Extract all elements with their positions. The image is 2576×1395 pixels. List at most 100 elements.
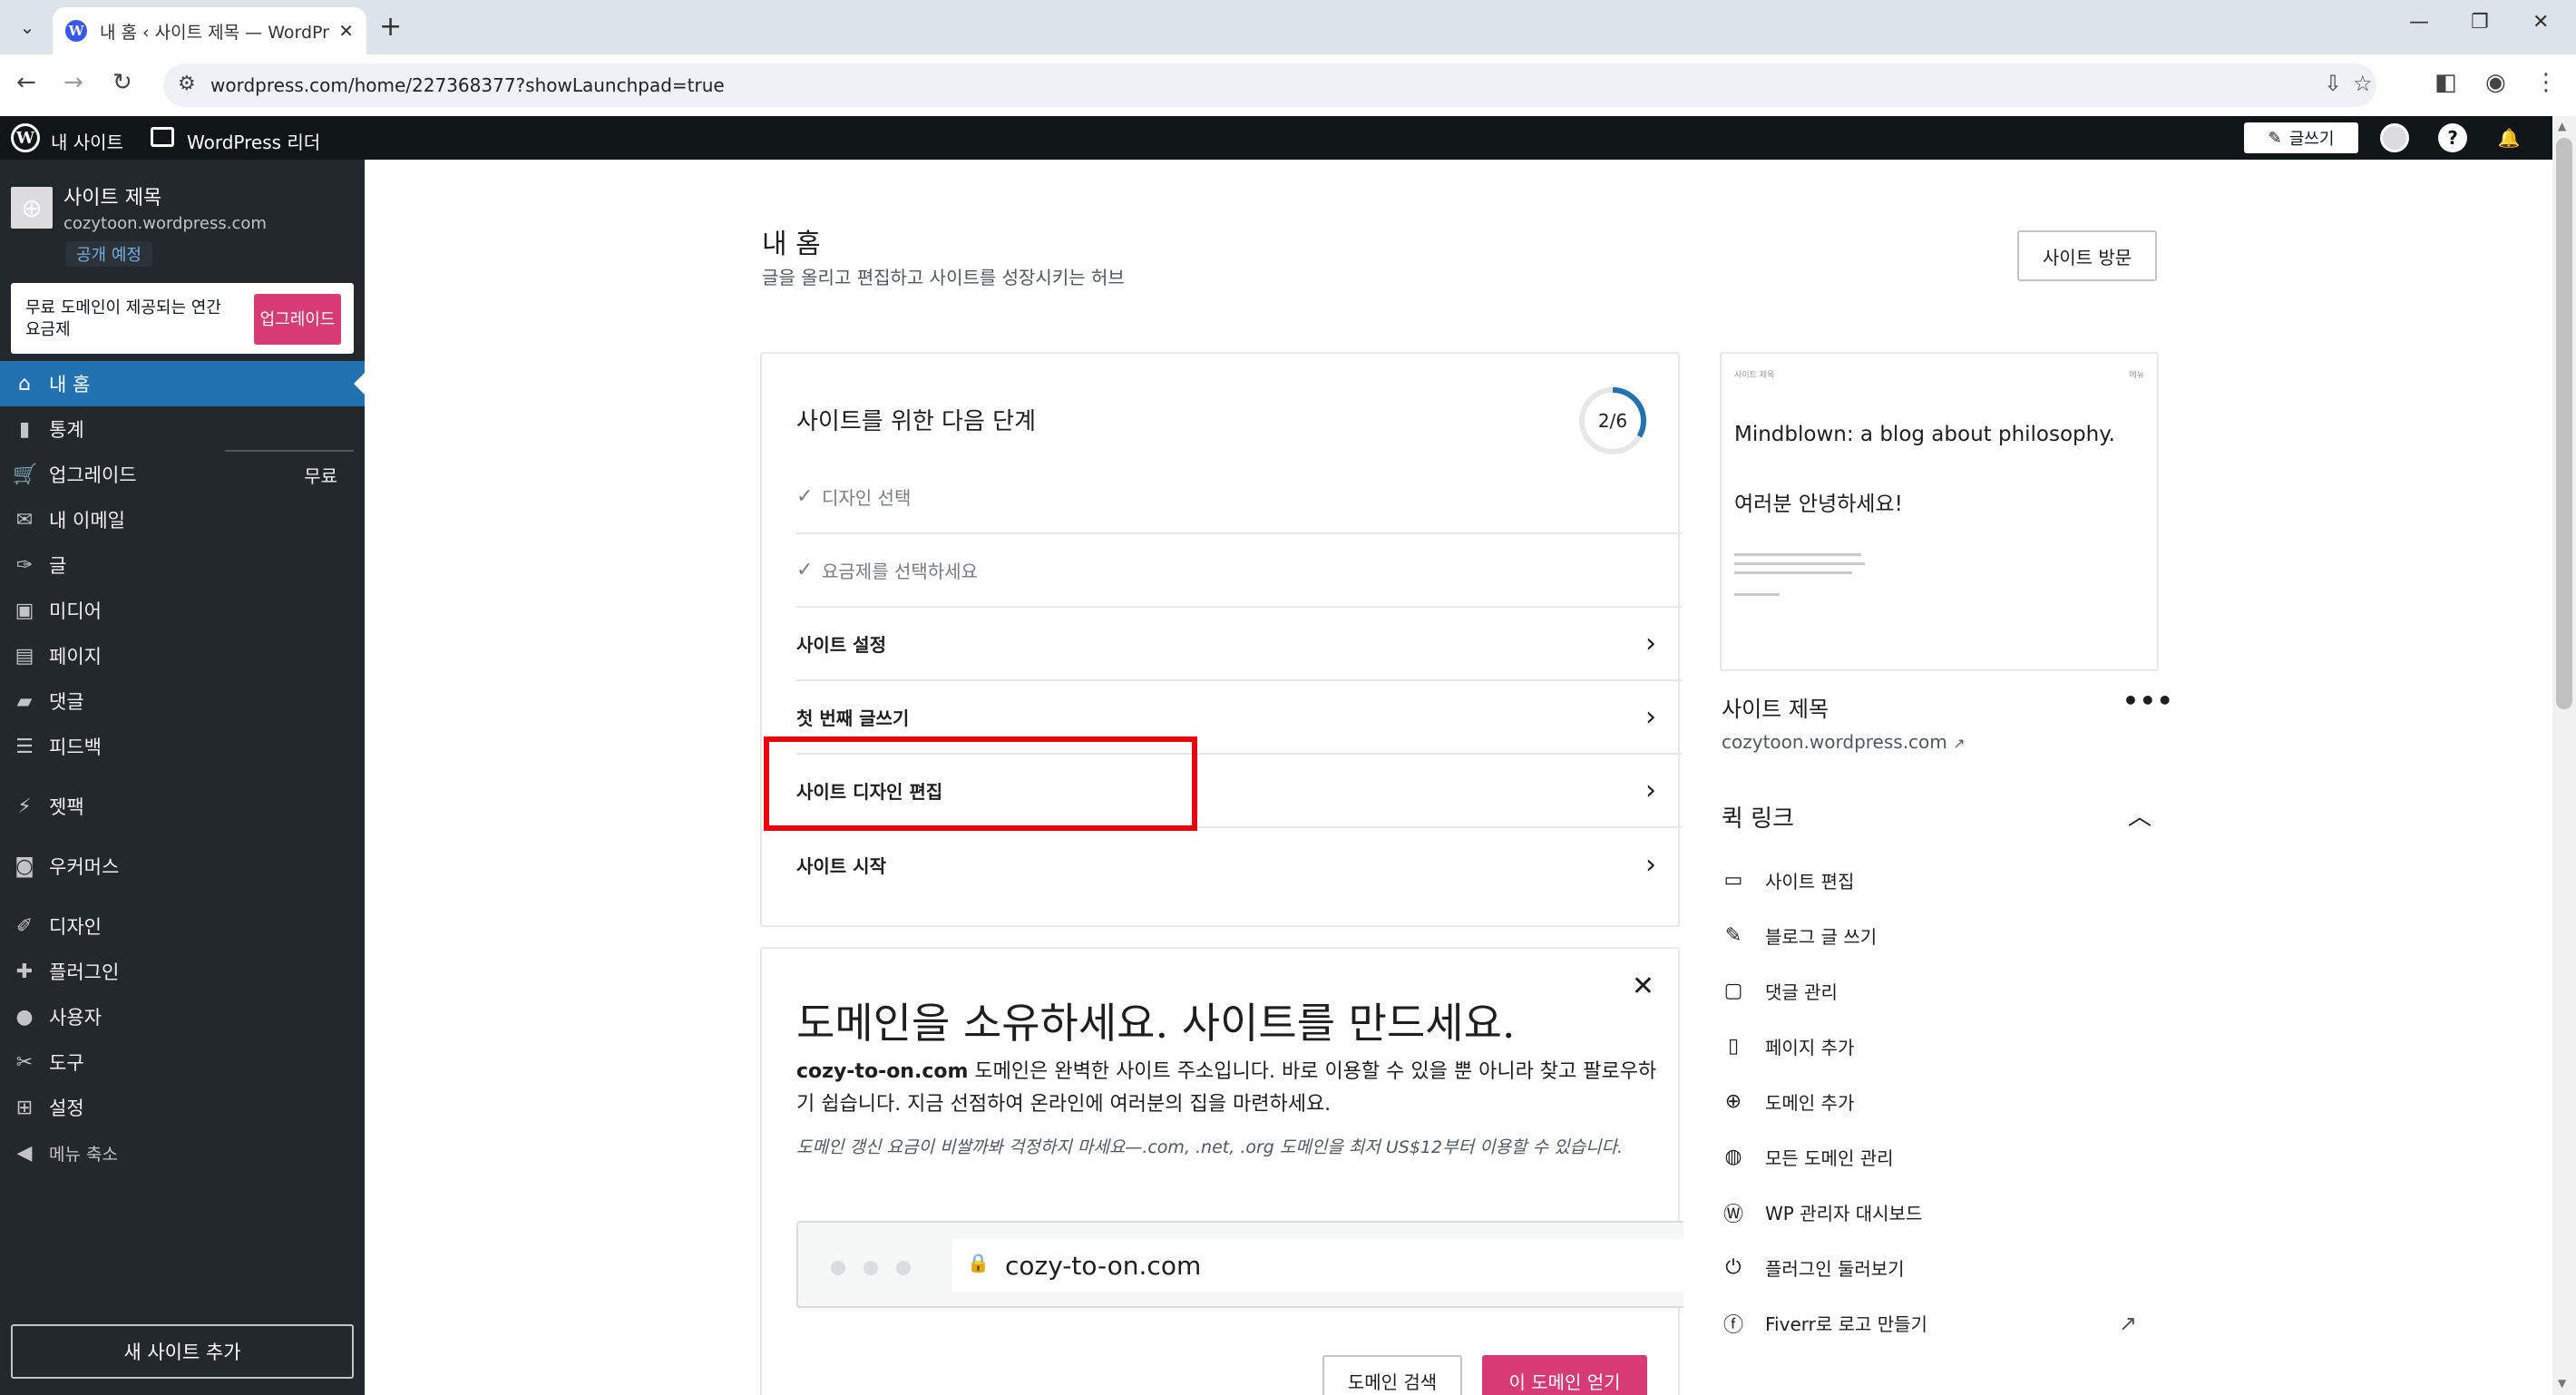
forward-icon[interactable]: → [63, 69, 83, 96]
sidebar-item-feedback[interactable]: ☰ 피드백 [0, 724, 365, 769]
sidebar-item-users[interactable]: ● 사용자 [0, 994, 365, 1039]
visit-site-button[interactable]: 사이트 방문 [2017, 230, 2157, 281]
sidebar-item-email[interactable]: ✉ 내 이메일 [0, 497, 365, 542]
side-panel-icon[interactable]: ◧ [2435, 69, 2457, 96]
restore-icon[interactable]: ❐ [2471, 11, 2489, 34]
quick-link-label: 댓글 관리 [1765, 981, 1838, 1003]
new-tab-button[interactable]: + [379, 11, 402, 43]
sidebar-item-plugins[interactable]: ✚ 플러그인 [0, 949, 365, 994]
search-domain-button[interactable]: 도메인 검색 [1322, 1355, 1462, 1395]
quick-link-fiverr-logo[interactable]: ⓕ Fiverr로 로고 만들기 ↗ [1720, 1295, 2159, 1351]
close-icon[interactable]: ✕ [1632, 971, 1654, 1002]
sidebar-item-pages[interactable]: ▤ 페이지 [0, 633, 365, 678]
write-button[interactable]: ✎ 글쓰기 [2244, 122, 2358, 153]
quick-link-label: 모든 도메인 관리 [1765, 1147, 1894, 1169]
quick-link-write-post[interactable]: ✎ 블로그 글 쓰기 [1720, 908, 2159, 963]
reader-icon [151, 127, 174, 147]
preview-heading: 여러분 안녕하세요! [1734, 493, 1903, 516]
sidebar-item-tools[interactable]: ✂ 도구 [0, 1039, 365, 1085]
page-icon: ▤ [15, 644, 34, 668]
sidebar-item-design[interactable]: ✐ 디자인 [0, 903, 365, 949]
quick-link-label: 도메인 추가 [1765, 1092, 1855, 1114]
site-url-text: cozytoon.wordpress.com [1722, 731, 1947, 753]
home-icon: ⌂ [18, 372, 31, 395]
sidebar-item-posts[interactable]: ✑ 글 [0, 542, 365, 588]
sidebar-item-home[interactable]: ⌂ 내 홈 [0, 361, 365, 406]
quick-link-add-domain[interactable]: ⊕ 도메인 추가 [1720, 1074, 2159, 1129]
quick-link-add-page[interactable]: ▯ 페이지 추가 [1720, 1019, 2159, 1074]
sidebar-item-jetpack[interactable]: ⚡ 젯팩 [0, 784, 365, 829]
sidebar-item-stats[interactable]: ▮ 통계 [0, 406, 365, 452]
wp-admin-bar: W 내 사이트 WordPress 리더 ✎ 글쓰기 ? 🔔 [0, 116, 2552, 160]
nav-separator [0, 769, 365, 784]
page-scrollbar[interactable]: ▲ ▼ [2552, 116, 2576, 1395]
step-item-launch-site[interactable]: 사이트 시작 › [796, 828, 1682, 902]
wordpress-logo-icon[interactable]: W [11, 123, 40, 152]
quick-link-label: 플러그인 둘러보기 [1765, 1258, 1905, 1280]
avatar[interactable] [2380, 123, 2409, 152]
reload-icon[interactable]: ↻ [112, 69, 132, 96]
help-icon[interactable]: ? [2438, 123, 2467, 152]
quick-link-wp-admin[interactable]: Ⓦ WP 관리자 대시보드 [1720, 1185, 2159, 1240]
scroll-up-arrow-icon[interactable]: ▲ [2558, 120, 2566, 132]
quick-link-manage-comments[interactable]: ▢ 댓글 관리 [1720, 963, 2159, 1019]
add-new-site-button[interactable]: 새 사이트 추가 [11, 1324, 354, 1379]
bookmark-star-icon[interactable]: ☆ [2353, 71, 2373, 96]
url-text[interactable]: wordpress.com/home/227368377?showLaunchp… [210, 74, 725, 96]
browser-tab[interactable]: W 내 홈 ‹ 사이트 제목 — WordPr ✕ [53, 7, 366, 54]
step-item-site-setup[interactable]: 사이트 설정 › [796, 608, 1682, 681]
sidebar-item-label: 사용자 [49, 1007, 102, 1029]
woo-icon: ◙ [15, 854, 34, 878]
sidebar-item-label: 글 [49, 555, 67, 577]
my-site-link[interactable]: 내 사이트 [51, 128, 123, 154]
close-window-icon[interactable]: ✕ [2532, 11, 2549, 34]
install-app-icon[interactable]: ⇩ [2324, 71, 2342, 96]
browser-tab-bar: ⌄ W 내 홈 ‹ 사이트 제목 — WordPr ✕ + — ❐ ✕ [0, 0, 2576, 54]
get-domain-button[interactable]: 이 도메인 얻기 [1482, 1355, 1647, 1395]
preview-site-title: 사이트 제목 [1734, 371, 1775, 380]
sidebar-item-upgrade[interactable]: 🛒 업그레이드 무료 [0, 452, 365, 497]
sidebar-item-label: 미디어 [49, 600, 102, 622]
tab-search-dropdown[interactable]: ⌄ [11, 11, 44, 44]
scrollbar-thumb[interactable] [2556, 138, 2572, 709]
more-options-icon[interactable]: ••• [2122, 686, 2174, 716]
upgrade-button[interactable]: 업그레이드 [254, 294, 341, 345]
step-label: 첫 번째 글쓰기 [796, 707, 910, 729]
sidebar-collapse-menu[interactable]: ◀ 메뉴 축소 [0, 1130, 365, 1176]
nav-separator [0, 889, 365, 903]
sidebar-item-settings[interactable]: ⊞ 설정 [0, 1085, 365, 1130]
notifications-bell-icon[interactable]: 🔔 [2494, 123, 2523, 152]
preview-text-line [1734, 571, 1852, 574]
site-preview[interactable]: 사이트 제목 메뉴 Mindblown: a blog about philos… [1720, 352, 2159, 671]
quick-links-list: ▭ 사이트 편집 ✎ 블로그 글 쓰기 ▢ 댓글 관리 ▯ 페이지 추가 ⊕ 도메인 추가… [1720, 853, 2159, 1351]
sidebar-item-woocommerce[interactable]: ◙ 우커머스 [0, 844, 365, 889]
scroll-down-arrow-icon[interactable]: ▼ [2558, 1377, 2566, 1390]
chevron-up-icon[interactable]: ︿ [2128, 798, 2152, 832]
menu-kebab-icon[interactable]: ⋮ [2534, 69, 2558, 96]
site-info-icon[interactable]: ⚙ [178, 73, 196, 95]
comment-icon: ▢ [1723, 980, 1743, 1002]
sidebar-item-label: 설정 [49, 1097, 84, 1119]
sidebar-item-label: 댓글 [49, 691, 84, 713]
upgrade-nudge-text: 무료 도메인이 제공되는 연간 요금제 [25, 298, 221, 339]
plugin-icon: ✚ [15, 960, 34, 983]
quick-link-label: 블로그 글 쓰기 [1765, 926, 1878, 948]
sidebar-item-label: 도구 [49, 1052, 84, 1074]
back-icon[interactable]: ← [16, 69, 36, 96]
sidebar-item-comments[interactable]: ▰ 댓글 [0, 678, 365, 724]
chevron-right-icon: › [1645, 628, 1656, 659]
site-card[interactable]: ⊕ 사이트 제목 cozytoon.wordpress.com 공개 예정 [11, 172, 356, 272]
quick-link-edit-site[interactable]: ▭ 사이트 편집 [1720, 853, 2159, 908]
sidebar-item-media[interactable]: ▣ 미디어 [0, 588, 365, 633]
quick-link-manage-domains[interactable]: ◍ 모든 도메인 관리 [1720, 1129, 2159, 1185]
step-item-choose-design: ✓ 디자인 선택 [796, 461, 1682, 534]
close-tab-icon[interactable]: ✕ [338, 20, 354, 42]
reader-link[interactable]: WordPress 리더 [187, 128, 320, 154]
quick-link-browse-plugins[interactable]: ⏻ 플러그인 둘러보기 [1720, 1240, 2159, 1295]
profile-icon[interactable]: ◉ [2485, 69, 2506, 96]
sidebar-item-label: 메뉴 축소 [49, 1144, 118, 1165]
minimize-icon[interactable]: — [2409, 11, 2429, 34]
address-bar[interactable]: ⚙ wordpress.com/home/227368377?showLaunc… [163, 63, 2376, 107]
site-url-link[interactable]: cozytoon.wordpress.com ↗ [1722, 731, 1966, 753]
launchpad-heading: 사이트를 위한 다음 단계 [796, 408, 1036, 435]
